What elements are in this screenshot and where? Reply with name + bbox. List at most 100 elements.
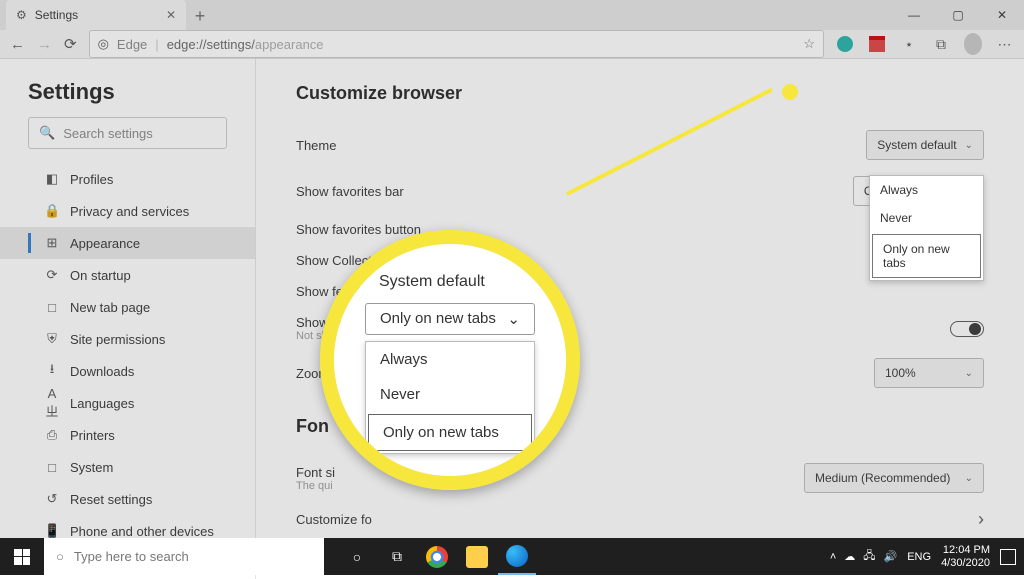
- favorite-star-icon[interactable]: ☆: [803, 36, 815, 52]
- favorites-bar-dropdown-menu: Always Never Only on new tabs: [869, 175, 984, 281]
- gear-icon: ⚙: [16, 8, 27, 22]
- favbar-label: Show favorites bar: [296, 184, 404, 199]
- chevron-right-icon: ›: [978, 509, 984, 530]
- sidebar-icon: ⎙: [44, 427, 60, 443]
- collections-icon[interactable]: ⧉: [932, 35, 950, 53]
- sidebar-item-privacy-and-services[interactable]: 🔒 Privacy and services: [0, 195, 255, 227]
- sidebar-item-appearance[interactable]: ⊞ Appearance: [0, 227, 255, 259]
- feedback-label: Show feedback button: [296, 284, 425, 299]
- tray-lang[interactable]: ENG: [907, 551, 931, 563]
- sidebar-item-reset-settings[interactable]: ↺Reset settings: [0, 483, 255, 515]
- sidebar-item-downloads[interactable]: ⭳ Downloads: [0, 355, 255, 387]
- chrome-taskbar-icon[interactable]: [418, 538, 456, 575]
- settings-sidebar: Settings 🔍 Search settings ◧Profiles🔒Pri…: [0, 59, 256, 579]
- profile-avatar[interactable]: [964, 35, 982, 53]
- sidebar-item-label: System: [70, 460, 113, 475]
- favbar-option-always[interactable]: Always: [870, 176, 983, 204]
- sidebar-item-label: Appearance: [70, 236, 140, 251]
- fontsize-sub: The qui: [296, 480, 335, 492]
- sidebar-item-label: Privacy and services: [70, 204, 189, 219]
- row-zoom: Zoom 100%⌄: [296, 350, 984, 396]
- favbar-option-only-new-tabs[interactable]: Only on new tabs: [872, 234, 981, 278]
- onedrive-icon[interactable]: ☁: [844, 550, 855, 563]
- tray-icons[interactable]: ˄ ☁ 🖧 🔊: [830, 547, 897, 566]
- new-tab-button[interactable]: +: [186, 2, 214, 30]
- sidebar-item-new-tab-page[interactable]: □New tab page: [0, 291, 255, 323]
- sidebar-icon: ⛨: [44, 331, 60, 347]
- file-explorer-icon[interactable]: [458, 538, 496, 575]
- fontsize-label: Font si: [296, 465, 335, 480]
- start-button[interactable]: [0, 538, 44, 575]
- sidebar-item-label: On startup: [70, 268, 131, 283]
- row-customize-fonts[interactable]: Customize fo ›: [296, 501, 984, 538]
- window-maximize[interactable]: ▢: [936, 0, 980, 30]
- windows-taskbar: ○ Type here to search ○ ⧉ ˄ ☁ 🖧 🔊 ENG 12…: [0, 538, 1024, 575]
- chevron-down-icon: ⌄: [965, 473, 973, 484]
- sidebar-item-site-permissions[interactable]: ⛨ Site permissions: [0, 323, 255, 355]
- search-icon: ○: [56, 549, 64, 564]
- browser-tab[interactable]: ⚙ Settings ✕: [6, 0, 186, 30]
- forward-button: →: [37, 36, 52, 53]
- zoom-dropdown[interactable]: 100%⌄: [874, 358, 984, 388]
- sidebar-item-label: Site permissions: [70, 332, 165, 347]
- sidebar-item-system[interactable]: □ System: [0, 451, 255, 483]
- sidebar-icon: □: [44, 460, 60, 475]
- extension-icon-1[interactable]: [836, 35, 854, 53]
- url-box[interactable]: ◎ Edge | edge://settings/appearance ☆: [89, 30, 824, 58]
- section-header: Customize browser: [296, 83, 984, 104]
- action-center-icon[interactable]: [1000, 549, 1016, 565]
- home-toggle[interactable]: [950, 321, 984, 337]
- collections-label: Show Collections button: [296, 253, 435, 268]
- volume-icon[interactable]: 🔊: [884, 550, 898, 563]
- sidebar-item-profiles[interactable]: ◧Profiles: [0, 163, 255, 195]
- fontsize-dropdown[interactable]: Medium (Recommended)⌄: [804, 463, 984, 493]
- row-home-button: Show home bu Not shown: [296, 307, 984, 350]
- row-font-size: Font si The qui Medium (Recommended)⌄: [296, 455, 984, 501]
- search-icon: 🔍: [39, 125, 55, 141]
- task-view-icon[interactable]: ⧉: [378, 538, 416, 575]
- sidebar-item-languages[interactable]: Aㄓ Languages: [0, 387, 255, 419]
- window-minimize[interactable]: —: [892, 0, 936, 30]
- back-button[interactable]: ←: [10, 36, 25, 53]
- extension-icon-2[interactable]: [868, 35, 886, 53]
- chevron-down-icon: ⌄: [965, 140, 973, 151]
- edge-icon: ◎: [98, 36, 109, 52]
- taskbar-search-placeholder: Type here to search: [74, 549, 189, 564]
- sidebar-icon: ⭳: [44, 360, 60, 382]
- sidebar-item-printers[interactable]: ⎙Printers: [0, 419, 255, 451]
- sidebar-item-on-startup[interactable]: ⟳ On startup: [0, 259, 255, 291]
- tray-chevron-icon[interactable]: ˄: [830, 551, 836, 563]
- url-text: edge://settings/appearance: [167, 37, 324, 52]
- search-settings-input[interactable]: 🔍 Search settings: [28, 117, 227, 149]
- sidebar-icon: 🔒: [44, 203, 60, 219]
- taskbar-search[interactable]: ○ Type here to search: [44, 538, 324, 575]
- sidebar-icon: □: [44, 300, 60, 315]
- favorites-icon[interactable]: ⋆: [900, 35, 918, 53]
- titlebar: ⚙ Settings ✕ + — ▢ ✕: [0, 0, 1024, 30]
- sidebar-icon: ⟳: [44, 267, 60, 283]
- sidebar-icon: Aㄓ: [44, 386, 60, 420]
- sidebar-icon: 📱: [44, 523, 60, 539]
- close-tab-icon[interactable]: ✕: [166, 8, 176, 22]
- sidebar-item-label: Profiles: [70, 172, 113, 187]
- sidebar-item-label: Downloads: [70, 364, 134, 379]
- refresh-button[interactable]: ⟳: [64, 35, 77, 53]
- network-icon[interactable]: 🖧: [863, 547, 875, 566]
- sidebar-item-label: Languages: [70, 396, 134, 411]
- theme-dropdown[interactable]: System default⌄: [866, 130, 984, 160]
- edge-taskbar-icon[interactable]: [498, 538, 536, 575]
- home-sub: Not shown: [296, 330, 383, 342]
- more-menu-icon[interactable]: ⋯: [996, 35, 1014, 53]
- chevron-down-icon: ⌄: [965, 368, 973, 379]
- main-panel: Customize browser Theme System default⌄ …: [256, 59, 1024, 579]
- window-close[interactable]: ✕: [980, 0, 1024, 30]
- sidebar-icon: ⊞: [44, 235, 60, 251]
- fonts-header: Fon: [296, 416, 984, 437]
- row-theme: Theme System default⌄: [296, 122, 984, 168]
- favbar-option-never[interactable]: Never: [870, 204, 983, 232]
- favbtn-label: Show favorites button: [296, 222, 421, 237]
- cortana-icon[interactable]: ○: [338, 538, 376, 575]
- search-placeholder: Search settings: [63, 126, 153, 141]
- tray-clock[interactable]: 12:04 PM 4/30/2020: [941, 544, 990, 568]
- sidebar-item-label: Phone and other devices: [70, 524, 214, 539]
